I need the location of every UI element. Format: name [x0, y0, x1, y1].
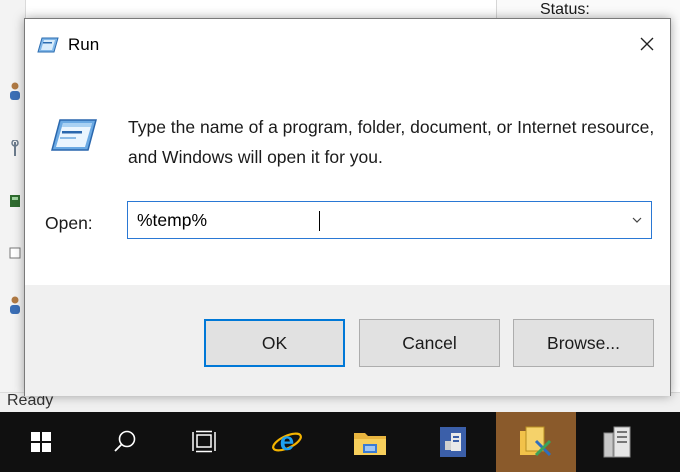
- open-combobox[interactable]: [127, 201, 652, 239]
- text-cursor: [319, 211, 320, 231]
- file-explorer-icon: [354, 433, 386, 455]
- search-icon: [114, 430, 136, 452]
- open-input[interactable]: [137, 202, 617, 238]
- close-icon: [640, 37, 654, 51]
- start-button[interactable]: [12, 412, 70, 472]
- run-program-icon: [51, 119, 97, 151]
- server-manager-icon: [440, 427, 466, 457]
- cancel-button[interactable]: Cancel: [359, 319, 500, 367]
- open-label: Open:: [45, 213, 93, 233]
- internet-explorer-icon: e: [272, 426, 302, 456]
- run-dialog: Run Type the name of a program, folder, …: [24, 18, 671, 396]
- search-button[interactable]: [96, 412, 154, 472]
- background-sidebar: [0, 0, 26, 412]
- wrench-icon: [11, 140, 19, 156]
- checkbox-icon: [9, 247, 21, 259]
- server-icon: [603, 426, 631, 458]
- user-icon: [10, 296, 20, 314]
- chevron-down-icon[interactable]: [631, 214, 643, 226]
- dialog-button-bar: OK Cancel Browse...: [25, 285, 670, 396]
- task-view-icon: [192, 430, 216, 453]
- tools-icon: [520, 426, 552, 457]
- network-card-icon: [10, 195, 20, 207]
- task-view-button[interactable]: [175, 412, 233, 472]
- dialog-title: Run: [68, 35, 100, 54]
- browse-button[interactable]: Browse...: [513, 319, 654, 367]
- dialog-titlebar[interactable]: Run: [25, 19, 670, 71]
- internet-explorer-button[interactable]: e: [258, 412, 316, 472]
- taskbar: e: [0, 412, 680, 472]
- run-instructions: Type the name of a program, folder, docu…: [128, 117, 655, 167]
- file-explorer-button[interactable]: [341, 412, 399, 472]
- tools-button[interactable]: [496, 412, 576, 472]
- ok-button[interactable]: OK: [204, 319, 345, 367]
- svg-text:e: e: [280, 426, 294, 456]
- status-label: Status:: [540, 1, 590, 18]
- windows-start-icon: [31, 432, 51, 452]
- close-button[interactable]: [634, 31, 660, 57]
- server-manager-button[interactable]: [424, 412, 482, 472]
- run-icon: [37, 37, 59, 53]
- user-icon: [10, 82, 20, 100]
- server-button[interactable]: [588, 412, 646, 472]
